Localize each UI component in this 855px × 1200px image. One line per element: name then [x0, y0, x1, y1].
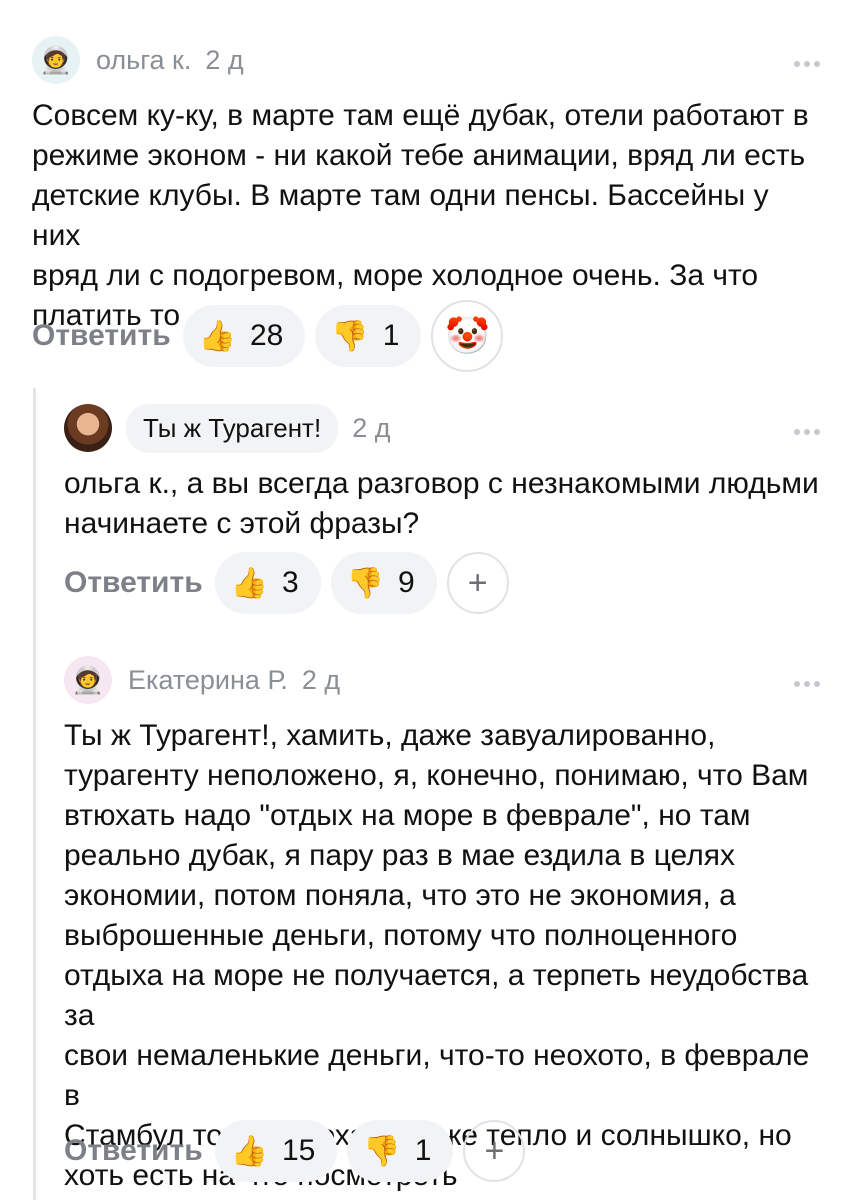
more-options-icon[interactable] — [790, 422, 820, 440]
comment-actions: Ответить 👍 3 👎 9 + — [64, 552, 509, 614]
like-count: 3 — [282, 566, 299, 599]
reply-button[interactable]: Ответить — [64, 1134, 203, 1168]
thumbs-up-icon: 👍 — [230, 1134, 268, 1168]
plus-icon: + — [484, 1131, 505, 1170]
comment-1: 🧑‍🚀 ольга к. 2 д Совсем ку-ку, в марте т… — [32, 32, 820, 372]
comment-actions: Ответить 👍 15 👎 1 + — [64, 1120, 526, 1182]
author-name[interactable]: Екатерина Р. — [128, 665, 288, 696]
more-options-icon[interactable] — [790, 54, 820, 72]
avatar[interactable]: 🧑‍🚀 — [32, 36, 80, 84]
plus-icon: + — [467, 563, 488, 602]
comment-header: Ты ж Турагент! 2 д — [64, 400, 390, 456]
add-reaction-button[interactable]: + — [463, 1120, 526, 1182]
comment-3: 🧑‍🚀 Екатерина Р. 2 д Ты ж Турагент!, хам… — [64, 652, 820, 1192]
author-name[interactable]: ольга к. — [96, 45, 191, 76]
clown-reaction-button[interactable]: 🤡 — [431, 300, 504, 372]
comment-text: ольга к., а вы всегда разговор с незнако… — [64, 467, 819, 540]
like-count: 15 — [282, 1134, 316, 1167]
comment-header: 🧑‍🚀 Екатерина Р. 2 д — [64, 652, 340, 708]
dislike-button[interactable]: 👎 1 — [347, 1120, 454, 1182]
dislike-button[interactable]: 👎 1 — [315, 305, 422, 367]
comment-date: 2 д — [205, 44, 244, 75]
author-name[interactable]: Ты ж Турагент! — [126, 403, 339, 453]
thumbs-down-icon: 👎 — [331, 319, 369, 353]
dislike-button[interactable]: 👎 9 — [330, 552, 437, 614]
thumbs-up-icon: 👍 — [198, 319, 236, 353]
comment-header: 🧑‍🚀 ольга к. 2 д — [32, 32, 244, 88]
reply-button[interactable]: Ответить — [64, 566, 203, 600]
more-options-icon[interactable] — [790, 674, 820, 692]
like-count: 28 — [250, 319, 284, 352]
avatar[interactable] — [64, 404, 112, 452]
comment-date: 2 д — [301, 664, 341, 695]
like-button[interactable]: 👍 3 — [214, 552, 321, 614]
dislike-count: 1 — [414, 1134, 432, 1167]
comment-actions: Ответить 👍 28 👎 1 🤡 — [32, 300, 504, 372]
thumbs-down-icon: 👎 — [363, 1134, 401, 1168]
reply-button[interactable]: Ответить — [32, 319, 171, 353]
astronaut-icon: 🧑‍🚀 — [71, 664, 105, 695]
dislike-count: 1 — [382, 319, 400, 352]
add-reaction-button[interactable]: + — [446, 552, 509, 614]
comment-2: Ты ж Турагент! 2 д ольга к., а вы всегда… — [64, 400, 820, 620]
comment-date: 2 д — [352, 412, 391, 443]
astronaut-icon: 🧑‍🚀 — [39, 44, 73, 75]
thumbs-up-icon: 👍 — [230, 566, 268, 600]
like-button[interactable]: 👍 28 — [182, 305, 306, 367]
like-button[interactable]: 👍 15 — [214, 1120, 338, 1182]
avatar[interactable]: 🧑‍🚀 — [64, 656, 112, 704]
dislike-count: 9 — [398, 566, 415, 599]
thread-line — [33, 388, 36, 1200]
thumbs-down-icon: 👎 — [346, 566, 385, 600]
clown-icon: 🤡 — [445, 315, 490, 356]
